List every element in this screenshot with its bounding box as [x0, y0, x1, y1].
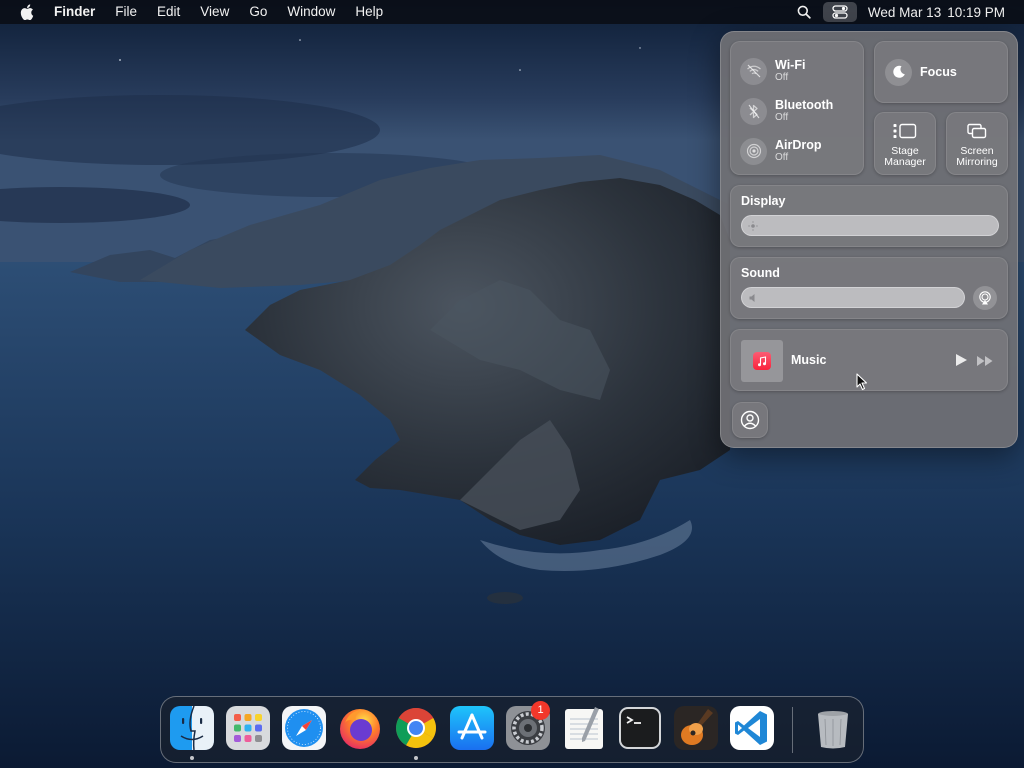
menu-help[interactable]: Help [345, 0, 393, 24]
menu-window[interactable]: Window [277, 0, 345, 24]
menu-view[interactable]: View [190, 0, 239, 24]
display-tile: Display [730, 185, 1008, 247]
stage-manager-tile[interactable]: Stage Manager [874, 112, 936, 175]
menu-bar-clock[interactable]: Wed Mar 13 10:19 PM [862, 5, 1024, 20]
now-playing-tile[interactable]: Music [730, 329, 1008, 391]
dock-launchpad[interactable] [225, 705, 271, 751]
airplay-audio-icon[interactable] [973, 286, 997, 310]
wifi-title: Wi-Fi [775, 58, 806, 72]
running-indicator [190, 756, 194, 760]
dock-textedit[interactable] [561, 705, 607, 751]
vscode-icon [730, 706, 774, 750]
dock-garageband[interactable] [673, 705, 719, 751]
connectivity-tile: Wi-Fi Off Bluetooth Off AirDrop Off [730, 41, 864, 175]
album-artwork [741, 340, 783, 382]
menu-go[interactable]: Go [239, 0, 277, 24]
control-center-panel: Wi-Fi Off Bluetooth Off AirDrop Off Focu… [720, 31, 1018, 448]
dock: 1 [160, 696, 864, 763]
clock-time: 10:19 PM [947, 4, 1005, 20]
menu-bar: Finder File Edit View Go Window Help Wed… [0, 0, 1024, 24]
dock-vscode[interactable] [729, 705, 775, 751]
screen-mirroring-label-2: Mirroring [956, 156, 998, 168]
dock-firefox[interactable] [337, 705, 383, 751]
firefox-icon [340, 709, 380, 749]
airdrop-status: Off [775, 152, 789, 163]
dock-separator [792, 707, 793, 753]
volume-slider[interactable] [741, 287, 965, 308]
sound-heading: Sound [741, 266, 780, 280]
screen-mirroring-icon [967, 122, 987, 140]
bluetooth-off-icon [740, 97, 767, 125]
apple-menu-icon[interactable] [0, 0, 54, 24]
stage-manager-label-2: Manager [884, 156, 926, 168]
app-store-icon [450, 706, 494, 750]
music-app-icon [753, 352, 771, 370]
dock-chrome[interactable] [393, 705, 439, 760]
dock-app-store[interactable] [449, 705, 495, 751]
chrome-icon [396, 708, 436, 748]
brightness-slider[interactable] [741, 215, 999, 236]
speaker-icon [746, 291, 760, 305]
play-icon[interactable] [954, 353, 968, 372]
focus-label: Focus [920, 65, 957, 79]
guitar-icon [674, 706, 718, 750]
now-playing-app: Music [791, 353, 827, 367]
safari-icon [282, 706, 326, 750]
terminal-icon [619, 707, 661, 749]
airdrop-toggle[interactable]: AirDrop Off [740, 136, 822, 166]
bluetooth-status: Off [775, 112, 789, 123]
wifi-toggle[interactable]: Wi-Fi Off [740, 56, 805, 86]
bluetooth-toggle[interactable]: Bluetooth Off [740, 96, 833, 126]
mouse-pointer-icon [856, 373, 868, 396]
clock-date: Wed Mar 13 [867, 4, 942, 20]
sound-tile: Sound [730, 257, 1008, 319]
display-heading: Display [741, 194, 786, 208]
dock-system-settings[interactable]: 1 [505, 701, 551, 751]
airdrop-title: AirDrop [775, 138, 822, 152]
menu-file[interactable]: File [105, 0, 147, 24]
menu-app-name[interactable]: Finder [54, 0, 105, 24]
moon-icon [885, 58, 912, 86]
dock-finder[interactable] [169, 705, 215, 760]
trash-icon [818, 711, 848, 749]
user-account-icon [740, 410, 760, 430]
notification-badge: 1 [531, 701, 550, 720]
dock-trash[interactable] [810, 705, 856, 751]
running-indicator [414, 756, 418, 760]
textedit-icon [565, 707, 603, 749]
wifi-status: Off [775, 72, 789, 83]
airdrop-icon [740, 137, 767, 165]
control-center-icon[interactable] [822, 2, 857, 22]
focus-tile[interactable]: Focus [874, 41, 1008, 103]
dock-safari[interactable] [281, 705, 327, 751]
wifi-off-icon [740, 57, 767, 85]
finder-icon [170, 705, 214, 751]
dock-terminal[interactable] [617, 705, 663, 751]
launchpad-icon [226, 706, 270, 750]
user-switcher-button[interactable] [732, 402, 768, 438]
menu-edit[interactable]: Edit [147, 0, 190, 24]
brightness-sun-icon [746, 219, 760, 233]
spotlight-search-icon[interactable] [790, 0, 818, 24]
bluetooth-title: Bluetooth [775, 98, 834, 112]
fast-forward-icon[interactable] [976, 354, 994, 372]
screen-mirroring-tile[interactable]: Screen Mirroring [946, 112, 1008, 175]
stage-manager-icon [893, 122, 917, 140]
